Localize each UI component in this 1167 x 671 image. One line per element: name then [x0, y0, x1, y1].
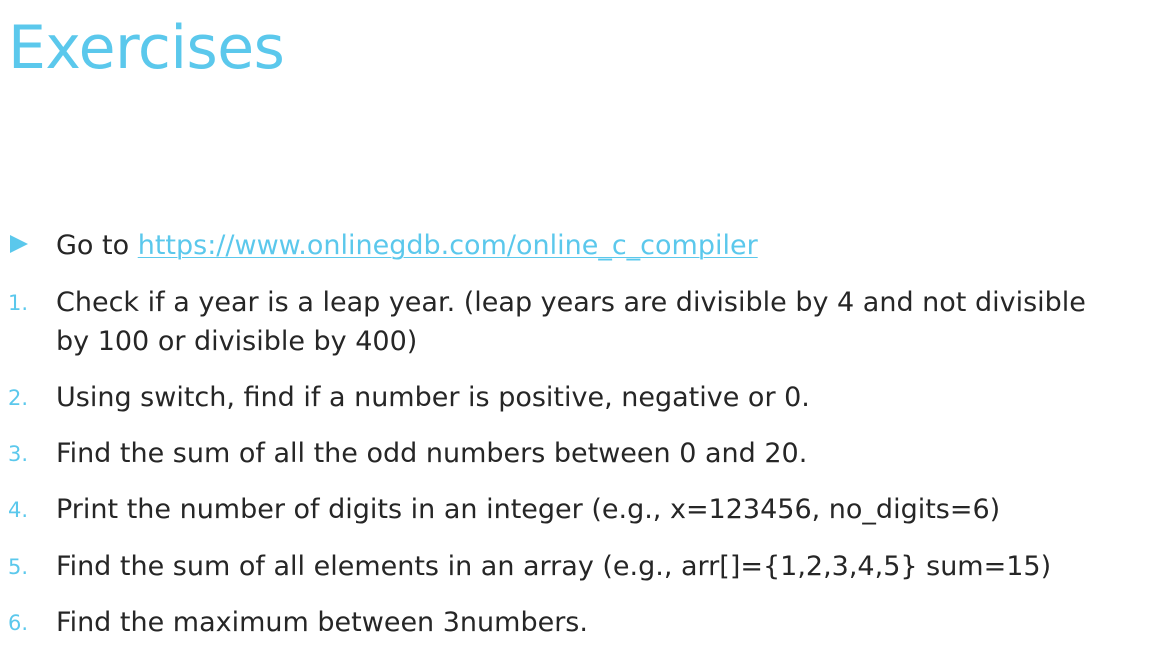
- item-number: 1.: [8, 291, 29, 315]
- item-text: Print the number of digits in an integer…: [56, 494, 1001, 525]
- item-text-continued: by 100 or divisible by 400): [56, 326, 418, 357]
- item-number: 5.: [8, 555, 29, 579]
- item-text: Find the sum of all the odd numbers betw…: [56, 438, 808, 469]
- item-number: 6.: [8, 611, 29, 635]
- triangle-right-icon: [10, 235, 28, 253]
- item-number: 4.: [8, 498, 29, 522]
- intro-prefix: Go to: [56, 230, 138, 261]
- item-text: Check if a year is a leap year. (leap ye…: [56, 287, 1086, 318]
- item-text: Find the sum of all elements in an array…: [56, 551, 1052, 582]
- item-text: Using switch, find if a number is positi…: [56, 382, 810, 413]
- item-number: 3.: [8, 442, 29, 466]
- intro-text: Go to https://www.onlinegdb.com/online_c…: [56, 226, 1156, 266]
- exercise-list: Go to https://www.onlinegdb.com/online_c…: [0, 0, 1167, 671]
- item-number: 2.: [8, 386, 29, 410]
- compiler-link[interactable]: https://www.onlinegdb.com/online_c_compi…: [138, 230, 758, 261]
- item-text: Find the maximum between 3numbers.: [56, 607, 588, 638]
